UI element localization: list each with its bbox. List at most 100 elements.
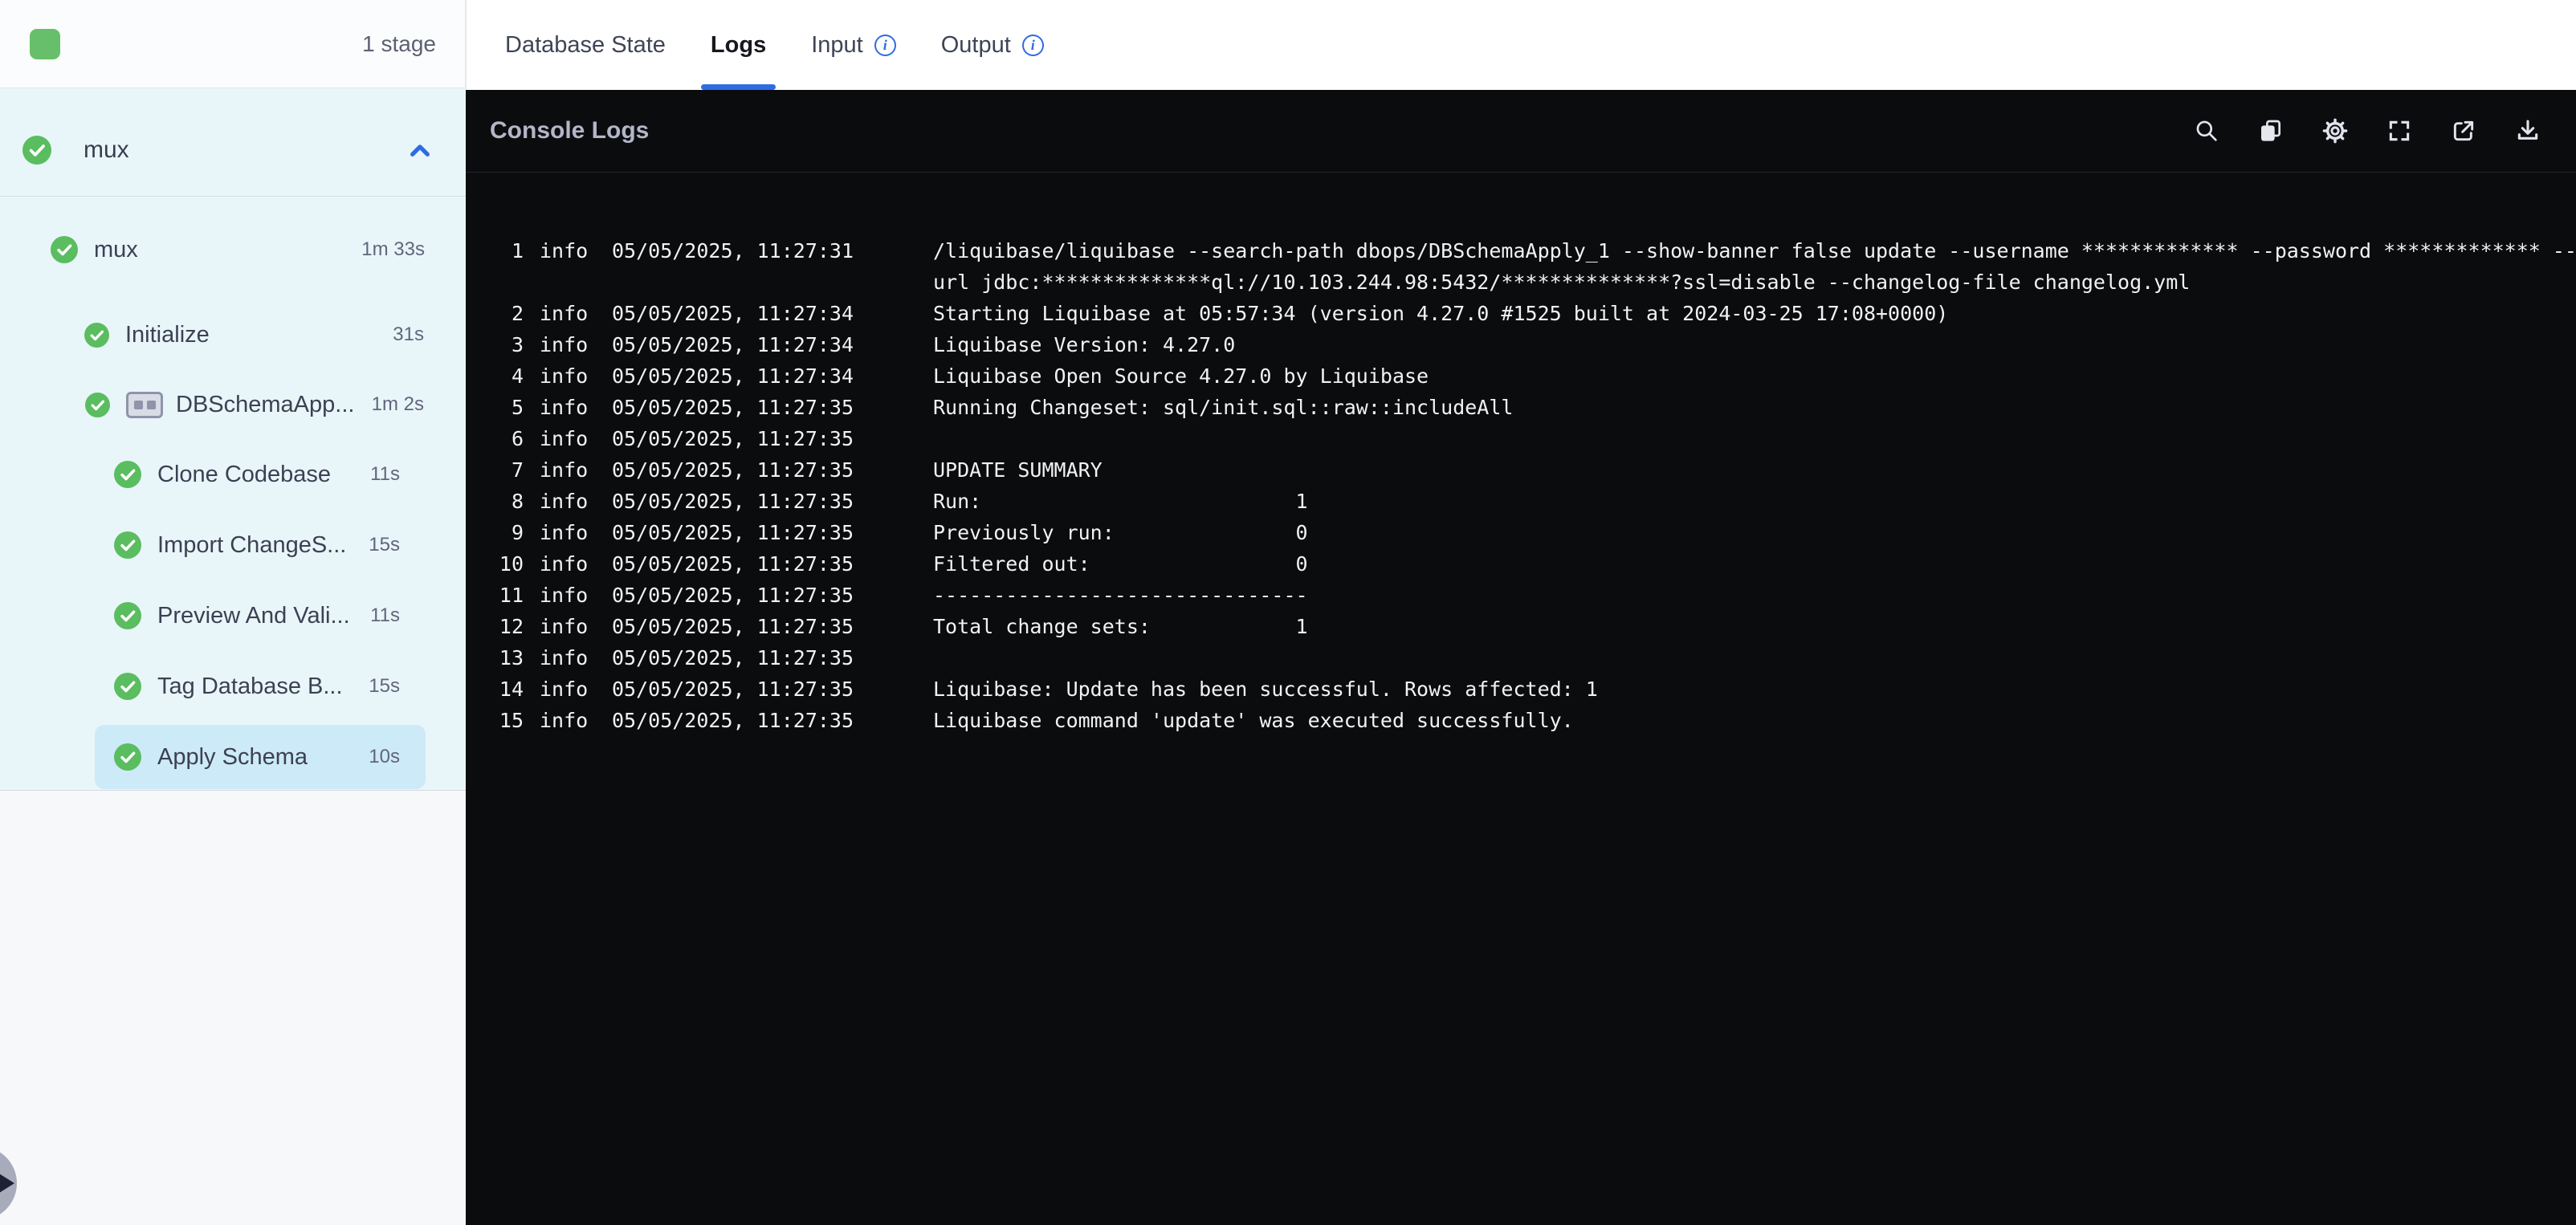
log-level: info [540, 396, 589, 419]
console-actions [2194, 118, 2541, 144]
success-check-icon [84, 322, 109, 348]
tree-item-label: Tag Database B... [157, 673, 343, 699]
tab-output[interactable]: Output i [941, 0, 1044, 90]
log-line: 12 info 05/05/2025, 11:27:35 Total change s… [466, 611, 2576, 642]
info-icon[interactable]: i [874, 34, 896, 56]
log-line: 3 info 05/05/2025, 11:27:34 Liquibase Versi… [466, 329, 2576, 360]
log-timestamp: 05/05/2025, 11:27:35 [612, 615, 854, 638]
log-message: Liquibase: Update has been successful. R… [933, 678, 1598, 701]
log-level: info [540, 427, 589, 450]
log-level: info [540, 646, 589, 669]
console-title: Console Logs [490, 117, 650, 144]
log-message: Previously run: 0 [933, 521, 1308, 544]
tree-item-label: Apply Schema [157, 743, 308, 770]
tree-item-duration: 11s [370, 463, 400, 485]
stage-collapse-header[interactable]: mux [0, 88, 466, 197]
success-check-icon [114, 673, 141, 700]
log-line-number: 4 [511, 364, 524, 388]
log-timestamp: 05/05/2025, 11:27:34 [612, 364, 854, 388]
log-level: info [540, 584, 589, 607]
tab-label: Database State [505, 31, 666, 58]
log-line-number: 13 [499, 646, 524, 669]
log-timestamp: 05/05/2025, 11:27:35 [612, 458, 854, 482]
log-line-number: 5 [511, 396, 524, 419]
detail-panel: Database State Logs Input i Output i Con… [466, 0, 2576, 1225]
download-icon[interactable] [2515, 118, 2541, 144]
log-message: Total change sets: 1 [933, 615, 1308, 638]
log-line-number: 6 [511, 427, 524, 450]
tree-item-step-tag-database[interactable]: Tag Database B... 15s [95, 654, 426, 718]
execution-sidebar: 1 stage mux mux 1m 33s Initialize 31s DB… [0, 0, 466, 1225]
tree-item-step-group[interactable]: DBSchemaApp... 1m 2s [0, 373, 466, 436]
copy-icon[interactable] [2258, 118, 2284, 144]
log-level: info [540, 458, 589, 482]
log-level: info [540, 490, 589, 513]
log-line-number: 10 [499, 552, 524, 576]
tree-item-label: Initialize [125, 321, 210, 348]
log-line: 11 info 05/05/2025, 11:27:35 --------------… [466, 580, 2576, 611]
log-timestamp: 05/05/2025, 11:27:35 [612, 490, 854, 513]
open-in-new-icon[interactable] [2451, 118, 2476, 144]
console-header: Console Logs [466, 90, 2576, 173]
log-line-number: 8 [511, 490, 524, 513]
fullscreen-icon[interactable] [2386, 118, 2412, 144]
tab-logs[interactable]: Logs [700, 0, 776, 90]
tree-item-stage-mux[interactable]: mux 1m 33s [0, 218, 466, 281]
log-line-number: 2 [511, 302, 524, 325]
tree-item-duration: 31s [393, 324, 424, 345]
success-check-icon [114, 602, 141, 629]
tab-label: Logs [710, 31, 767, 58]
log-message: Filtered out: 0 [933, 552, 1308, 576]
tree-item-label: Clone Codebase [157, 461, 332, 487]
log-message: Run: 1 [933, 490, 1308, 513]
tree-item-duration: 11s [370, 604, 400, 626]
log-timestamp: 05/05/2025, 11:27:35 [612, 427, 854, 450]
tree-item-label: DBSchemaApp... [176, 391, 355, 417]
log-line: 8 info 05/05/2025, 11:27:35 Run: 1 [466, 486, 2576, 517]
log-line-number: 1 [511, 239, 524, 262]
tree-item-step-apply-schema[interactable]: Apply Schema 10s [95, 725, 426, 789]
stage-header-label: mux [84, 136, 129, 163]
console-logs-panel: Console Logs 1 info 05/05/2025, 11:27:31… [466, 90, 2576, 1225]
tree-item-step-clone-codebase[interactable]: Clone Codebase 11s [95, 442, 426, 507]
log-message: /liquibase/liquibase --search-path dbops… [933, 239, 2576, 294]
log-line-number: 15 [499, 709, 524, 732]
log-message [933, 423, 2576, 454]
sidebar-header: 1 stage [0, 0, 466, 88]
tab-label: Input [811, 31, 863, 58]
tree-item-step-preview-and-validate[interactable]: Preview And Vali... 11s [95, 584, 426, 648]
settings-gear-icon[interactable] [2322, 118, 2348, 144]
log-timestamp: 05/05/2025, 11:27:34 [612, 333, 854, 356]
chevron-up-icon[interactable] [406, 139, 434, 161]
log-timestamp: 05/05/2025, 11:27:31 [612, 239, 854, 262]
tree-item-initialize[interactable]: Initialize 31s [0, 303, 466, 366]
info-icon[interactable]: i [1021, 34, 1044, 56]
log-message: Liquibase Version: 4.27.0 [933, 333, 1236, 356]
log-line: 15 info 05/05/2025, 11:27:35 Liquibase comm… [466, 705, 2576, 736]
execution-tree: mux 1m 33s Initialize 31s DBSchemaApp...… [0, 218, 466, 789]
log-timestamp: 05/05/2025, 11:27:35 [612, 521, 854, 544]
log-timestamp: 05/05/2025, 11:27:35 [612, 709, 854, 732]
log-line: 5 info 05/05/2025, 11:27:35 Running Changes… [466, 392, 2576, 423]
tab-database-state[interactable]: Database State [505, 0, 666, 90]
tree-item-label: mux [94, 236, 138, 262]
log-timestamp: 05/05/2025, 11:27:35 [612, 396, 854, 419]
log-line: 2 info 05/05/2025, 11:27:34 Starting Liquib… [466, 298, 2576, 329]
log-level: info [540, 302, 589, 325]
log-line-number: 3 [511, 333, 524, 356]
log-level: info [540, 552, 589, 576]
tree-item-step-import-changesets[interactable]: Import ChangeS... 15s [95, 513, 426, 577]
log-line: 14 info 05/05/2025, 11:27:35 Liquibase: Upd… [466, 674, 2576, 705]
log-message: Running Changeset: sql/init.sql::raw::in… [933, 396, 1514, 419]
log-message: Liquibase Open Source 4.27.0 by Liquibas… [933, 364, 1429, 388]
tab-input[interactable]: Input i [811, 0, 896, 90]
tree-item-label: Preview And Vali... [157, 602, 350, 629]
tree-item-duration: 1m 2s [371, 393, 424, 415]
log-line: 6 info 05/05/2025, 11:27:35 [466, 423, 2576, 454]
log-timestamp: 05/05/2025, 11:27:35 [612, 678, 854, 701]
log-line: 10 info 05/05/2025, 11:27:35 Filtered out: … [466, 548, 2576, 580]
stage-status-square-icon [30, 28, 60, 59]
step-group-icon [126, 391, 163, 418]
search-icon[interactable] [2194, 118, 2219, 144]
log-line-number: 12 [499, 615, 524, 638]
